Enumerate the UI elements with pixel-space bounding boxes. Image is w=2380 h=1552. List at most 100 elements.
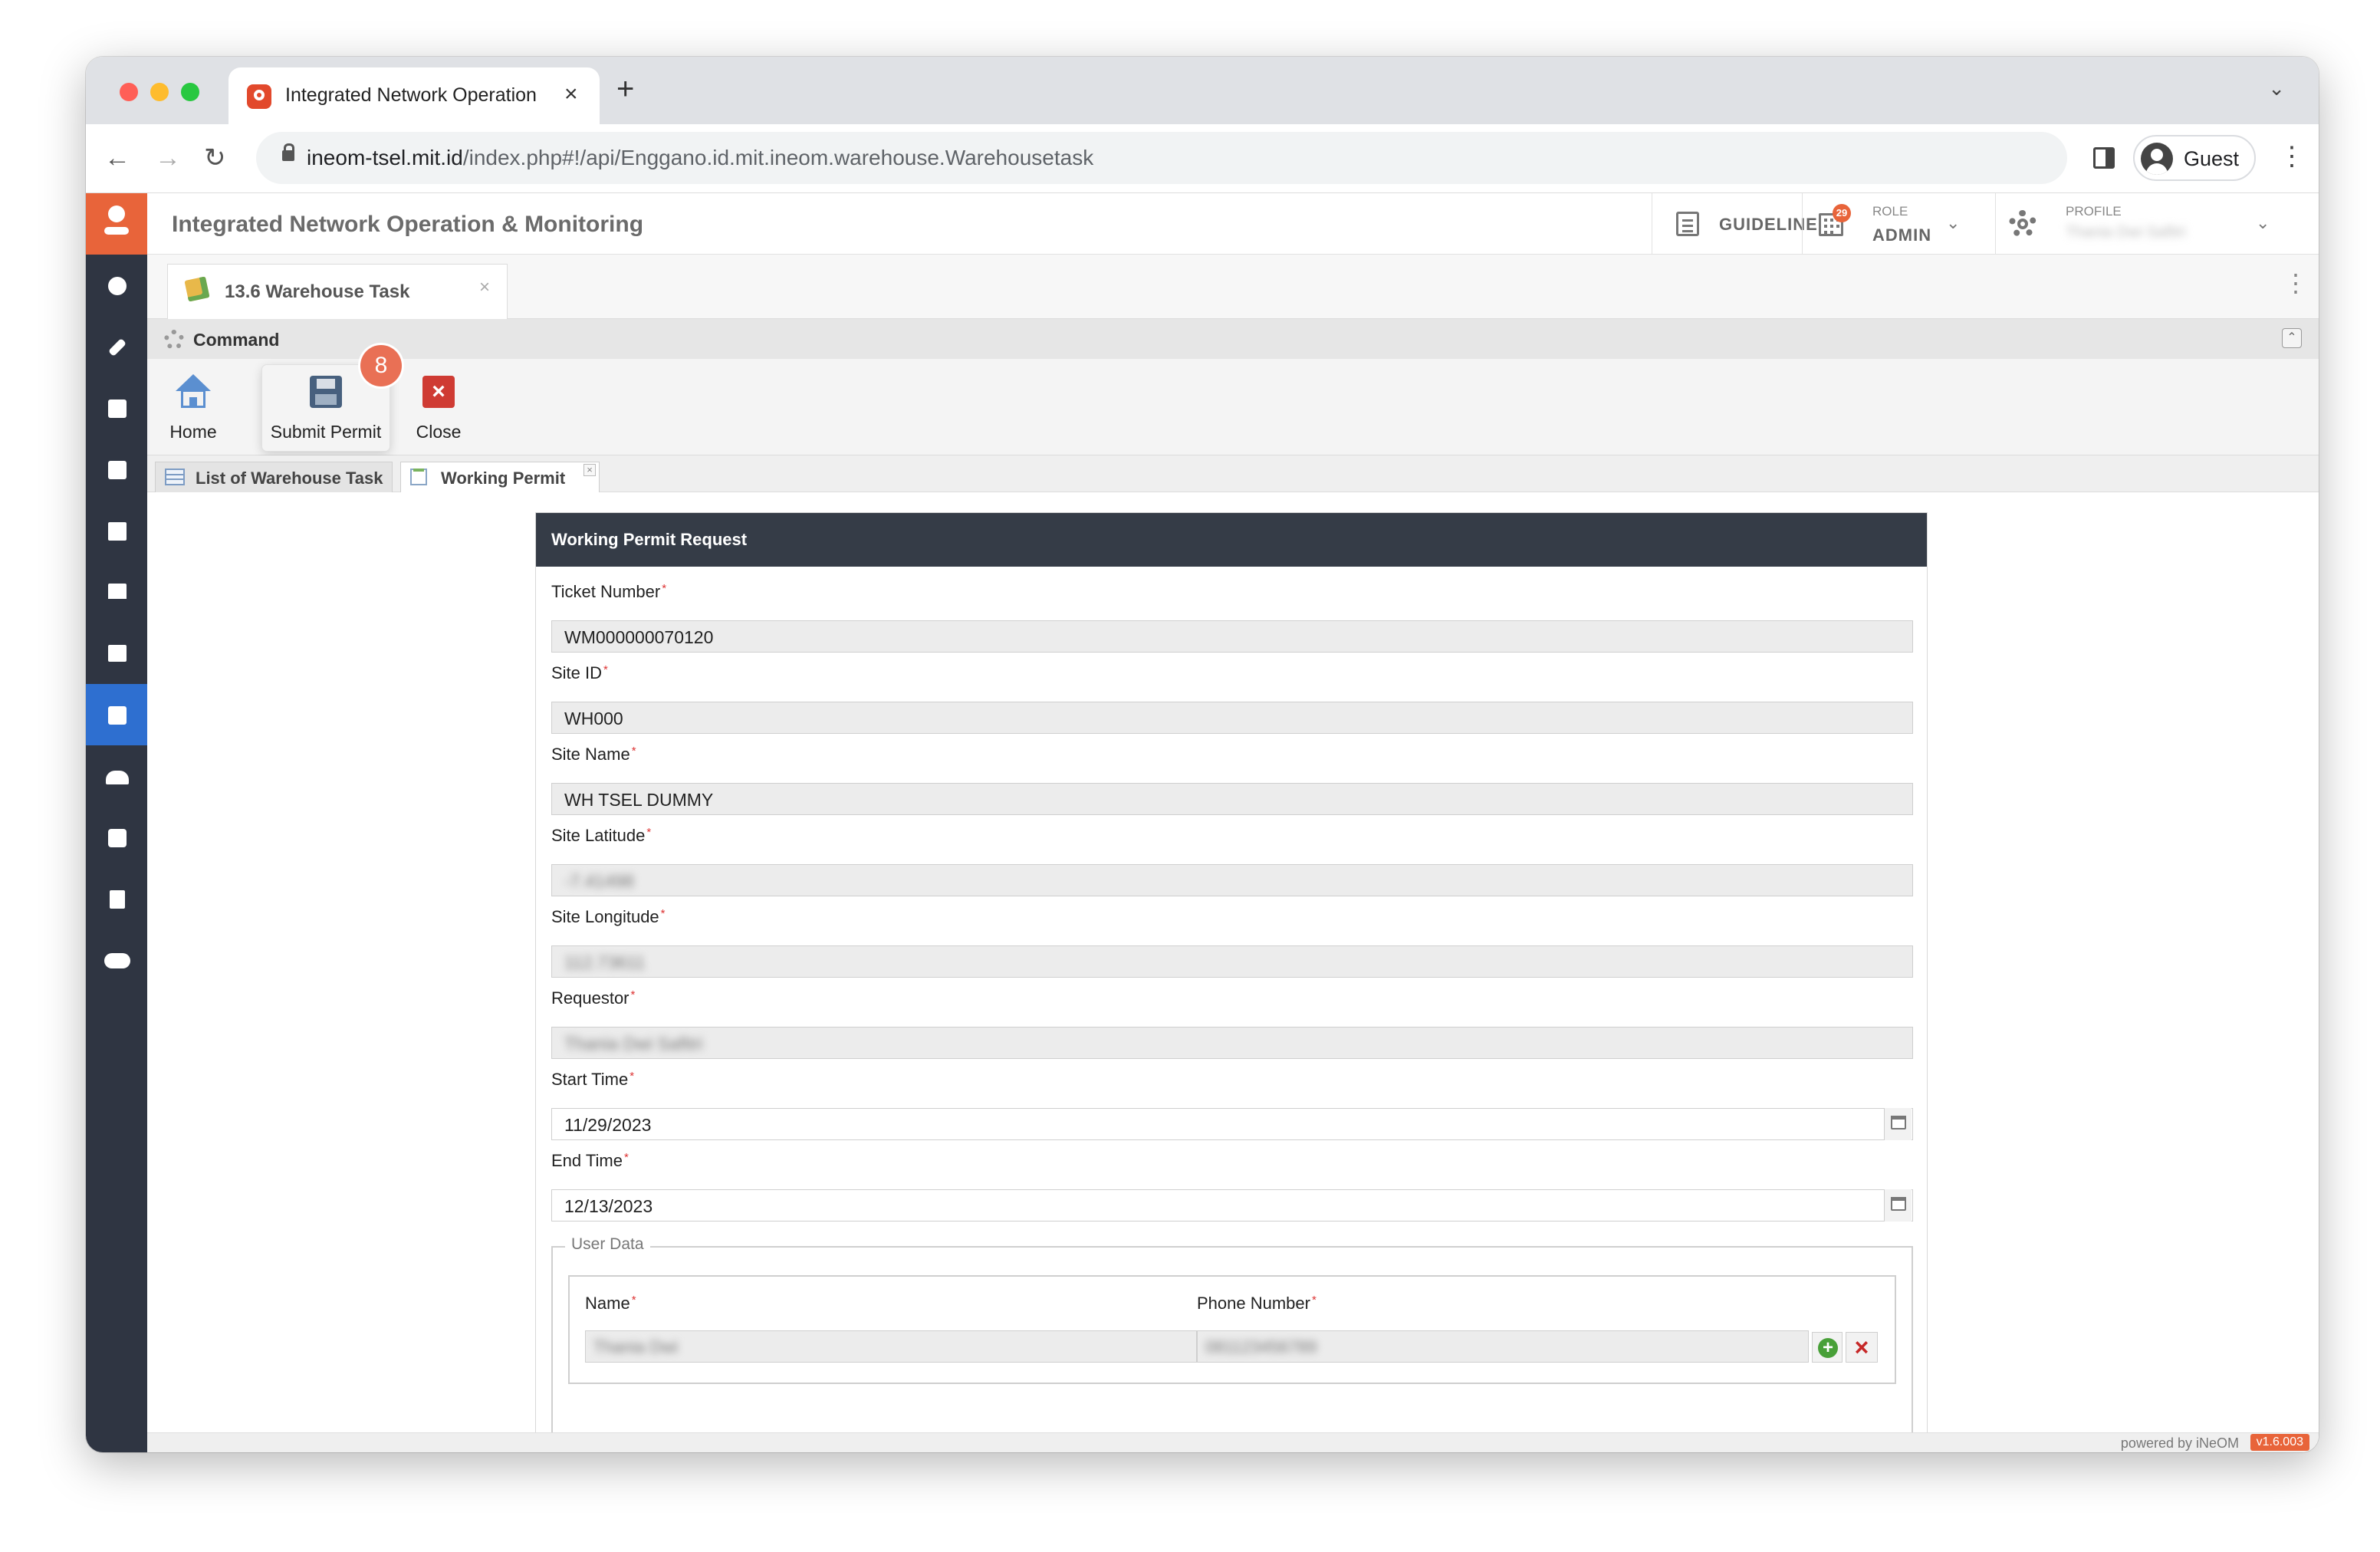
sidebar-item-users[interactable] (86, 745, 147, 807)
url-path: /index.php#!/api/Enggano.id.mit.ineom.wa… (462, 146, 1094, 169)
add-row-icon[interactable] (1812, 1332, 1843, 1363)
sidebar-item-gallery[interactable] (86, 500, 147, 561)
home-button[interactable]: Home (156, 365, 230, 451)
profile-name[interactable]: Thania Dwi Safitri (2066, 224, 2234, 242)
end-time-label: End Time * (551, 1151, 629, 1170)
command-panel: Home Submit Permit 8 × Close (147, 345, 2319, 455)
sidebar-item-dashboard[interactable] (86, 255, 147, 316)
home-icon (176, 374, 211, 409)
guest-avatar-icon (2141, 143, 2173, 175)
command-title: Command (193, 330, 280, 350)
close-x-icon: × (421, 374, 456, 409)
book-icon (110, 890, 125, 909)
user-data-legend: User Data (565, 1235, 650, 1254)
calendar-icon[interactable] (1884, 1189, 1912, 1222)
user-name-input[interactable]: Thania Dwi (585, 1330, 1197, 1363)
user-phone-input[interactable]: 081123456789 (1197, 1330, 1809, 1363)
browser-tab[interactable]: Integrated Network Operation × (228, 67, 600, 124)
browser-menu-icon[interactable]: ⋮ (2279, 141, 2305, 172)
image-icon (108, 522, 127, 541)
site-name-field[interactable]: WH TSEL DUMMY (551, 783, 1913, 815)
version-badge: v1.6.003 (2250, 1434, 2309, 1451)
tab-list-label: List of Warehouse Task (196, 469, 383, 488)
url-text: ineom-tsel.mit.id/index.php#!/api/Enggan… (307, 146, 1093, 170)
guideline-icon[interactable] (1676, 212, 1699, 236)
settings-gear-icon[interactable] (2009, 210, 2036, 238)
role-chevron-down-icon[interactable]: ⌄ (1946, 213, 1960, 233)
close-subtab-icon[interactable]: × (583, 464, 596, 476)
workspace: 13.6 Warehouse Task × ⋮ Command ⌃ Home S… (147, 255, 2319, 1452)
profile-button[interactable]: Guest (2133, 135, 2256, 181)
module-menu-icon[interactable]: ⋮ (2283, 268, 2308, 298)
end-time-input[interactable]: 12/13/2023 (551, 1189, 1913, 1222)
sidebar-item-tasks[interactable] (86, 377, 147, 439)
guideline-button[interactable]: GUIDELINE (1719, 215, 1818, 235)
profile-label: Guest (2184, 147, 2240, 170)
address-bar[interactable]: ineom-tsel.mit.id/index.php#!/api/Enggan… (256, 132, 2067, 184)
working-permit-form: Working Permit Request Ticket Number * WM… (535, 512, 1928, 1452)
minimize-window-button[interactable] (150, 83, 169, 101)
powered-by-text: powered by iNeOM (2120, 1435, 2239, 1451)
sidebar-item-cloud[interactable] (86, 929, 147, 991)
role-value[interactable]: ADMIN (1872, 225, 1931, 245)
app-root: Integrated Network Operation & Monitorin… (86, 193, 2319, 1452)
sidebar-item-docs[interactable] (86, 868, 147, 929)
warehouse-boxes-icon (184, 276, 210, 302)
ineom-logo[interactable] (86, 193, 147, 255)
side-panel-icon[interactable] (2093, 147, 2115, 169)
tab-search-chevron-icon[interactable]: ⌄ (2268, 77, 2285, 100)
requestor-label: Requestor * (551, 988, 636, 1008)
step-number-badge: 8 (360, 345, 402, 386)
reload-icon[interactable]: ↻ (204, 143, 226, 173)
command-header: Command ⌃ (147, 319, 2319, 359)
site-longitude-field[interactable]: 112.73611 (551, 945, 1913, 978)
header-divider (1995, 193, 1996, 255)
form-title: Working Permit Request (551, 530, 748, 549)
phone-column-label: Phone Number * (1197, 1294, 1317, 1313)
site-id-field[interactable]: WH000 (551, 702, 1913, 734)
server-icon (108, 645, 127, 662)
header-divider (1802, 193, 1803, 255)
tab-working-permit[interactable]: Working Permit × (400, 462, 600, 492)
tab-warehouse-task[interactable]: 13.6 Warehouse Task × (167, 264, 508, 319)
lock-icon[interactable] (282, 143, 294, 161)
sidebar-item-plugins[interactable] (86, 807, 147, 868)
sidebar-item-store[interactable] (86, 561, 147, 623)
close-tab-icon[interactable]: × (564, 81, 578, 107)
close-window-button[interactable] (120, 83, 138, 101)
maximize-window-button[interactable] (181, 83, 199, 101)
site-latitude-field[interactable]: -7.41498 (551, 864, 1913, 896)
collapse-command-icon[interactable]: ⌃ (2282, 328, 2302, 348)
delete-row-icon[interactable]: × (1846, 1332, 1878, 1363)
cloud-icon (104, 953, 130, 968)
new-tab-button[interactable]: + (616, 74, 634, 104)
url-host: ineom-tsel.mit.id (307, 146, 463, 169)
form-header: Working Permit Request (536, 513, 1927, 567)
app-title: Integrated Network Operation & Monitorin… (172, 212, 644, 237)
sidebar-item-warehouse[interactable] (86, 684, 147, 745)
site-latitude-label: Site Latitude * (551, 826, 652, 845)
sidebar-item-server[interactable] (86, 623, 147, 684)
site-name-label: Site Name * (551, 745, 636, 764)
calendar-icon[interactable] (1884, 1108, 1912, 1140)
ticket-number-label: Ticket Number * (551, 582, 667, 601)
command-gear-icon (164, 330, 184, 350)
close-module-tab-icon[interactable]: × (479, 277, 490, 298)
tab-warehouse-task-label: 13.6 Warehouse Task (225, 281, 410, 302)
tab-list-of-warehouse-task[interactable]: List of Warehouse Task (155, 462, 393, 492)
back-arrow-icon[interactable]: ← (104, 143, 130, 173)
forward-arrow-icon[interactable]: → (155, 143, 181, 173)
puzzle-icon (108, 829, 127, 847)
requestor-field[interactable]: Thania Dwi Safitri (551, 1027, 1913, 1059)
site-id-label: Site ID * (551, 663, 608, 682)
home-button-label: Home (169, 422, 217, 442)
start-time-input[interactable]: 11/29/2023 (551, 1108, 1913, 1140)
sidebar-item-tools[interactable] (86, 316, 147, 377)
archive-icon (108, 706, 127, 725)
submit-permit-label: Submit Permit (270, 422, 382, 442)
profile-chevron-down-icon[interactable]: ⌄ (2256, 213, 2270, 233)
sidebar-item-checklist[interactable] (86, 439, 147, 500)
browser-tabstrip: Integrated Network Operation × + ⌄ (86, 57, 2319, 124)
ticket-number-field[interactable]: WM000000070120 (551, 620, 1913, 653)
close-button[interactable]: × Close (402, 365, 475, 451)
